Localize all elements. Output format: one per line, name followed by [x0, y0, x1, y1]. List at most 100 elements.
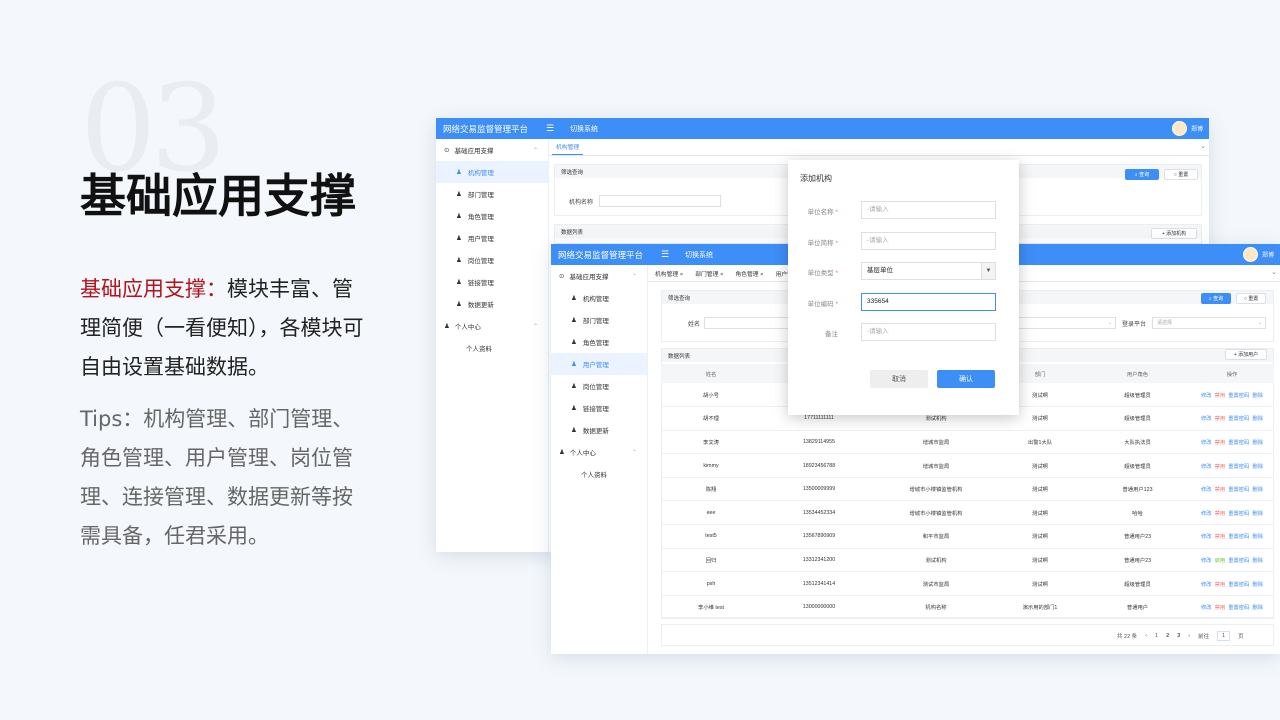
goto-input[interactable]: 1	[1217, 631, 1231, 641]
unit-name-input[interactable]: -请输入	[861, 201, 996, 219]
edit-link[interactable]: 修改	[1201, 511, 1212, 517]
sidebar-group-center[interactable]: ♟ 个人中心 ⌃	[436, 315, 548, 337]
delete-link[interactable]: 删除	[1252, 393, 1263, 399]
sidebar-item-update[interactable]: ♟ 数据更新	[436, 293, 548, 315]
tab-dept[interactable]: 部门管理 ×	[691, 269, 727, 281]
dropdown-arrow-icon[interactable]: ▼	[981, 263, 995, 279]
reset-password-link[interactable]: 重置密码	[1228, 558, 1249, 564]
delete-link[interactable]: 删除	[1252, 534, 1263, 540]
sidebar-item-update[interactable]: ♟ 数据更新	[551, 419, 647, 441]
toggle-link[interactable]: 禁用	[1215, 582, 1226, 588]
delete-link[interactable]: 删除	[1252, 464, 1263, 470]
reset-password-link[interactable]: 重置密码	[1228, 511, 1249, 517]
reset-password-link[interactable]: 重置密码	[1228, 416, 1249, 422]
edit-link[interactable]: 修改	[1201, 558, 1212, 564]
unit-short-input[interactable]: -请输入	[861, 232, 996, 250]
platform-select[interactable]: 请选择 ⌄	[1152, 317, 1266, 329]
reset-password-link[interactable]: 重置密码	[1228, 440, 1249, 446]
chevron-down-icon[interactable]: ⌄	[1200, 142, 1206, 150]
page-1[interactable]: 1	[1155, 633, 1158, 639]
prev-page-icon[interactable]: ‹	[1145, 633, 1147, 639]
cancel-button[interactable]: 取消	[870, 370, 928, 388]
chevron-down-icon[interactable]: ⌄	[1271, 268, 1277, 276]
add-user-button[interactable]: + 添加用户	[1225, 349, 1267, 360]
sidebar-item-role[interactable]: ♟ 角色管理	[436, 205, 548, 227]
sidebar-item-org[interactable]: ♟ 机构管理	[551, 287, 647, 309]
dept-select[interactable]: ⌄	[1010, 317, 1116, 329]
org-name-input[interactable]	[599, 195, 721, 207]
delete-link[interactable]: 删除	[1252, 487, 1263, 493]
sidebar-item-dept[interactable]: ♟ 部门管理	[551, 309, 647, 331]
sidebar-group-center[interactable]: ♟ 个人中心 ⌃	[551, 441, 647, 463]
user-menu[interactable]: 郑博	[1171, 121, 1203, 136]
remark-input[interactable]: -请输入	[861, 323, 996, 341]
menu-icon[interactable]: ☰	[661, 249, 671, 260]
sidebar-item-label: 岗位管理	[467, 258, 494, 265]
field-unit-type: 单位类型 * 基层单位 ▼	[788, 262, 1019, 280]
reset-button[interactable]: ○ 重置	[1236, 293, 1266, 304]
table-row: 李小维 test 13000000000 机构名称 演示用的部门1 普通用户 修改 禁用 重置…	[661, 595, 1274, 620]
toggle-link[interactable]: 禁用	[1215, 605, 1226, 611]
toggle-link[interactable]: 禁用	[1215, 534, 1226, 540]
tab-org[interactable]: 机构管理 ×	[651, 269, 687, 281]
delete-link[interactable]: 删除	[1252, 440, 1263, 446]
table-cell: 回归	[661, 548, 761, 573]
reset-button[interactable]: ○ 重置	[1164, 169, 1198, 180]
edit-link[interactable]: 修改	[1201, 605, 1212, 611]
page-2[interactable]: 2	[1166, 633, 1169, 639]
reset-password-link[interactable]: 重置密码	[1228, 393, 1249, 399]
search-button[interactable]: ⌕ 查询	[1125, 169, 1159, 180]
reset-password-link[interactable]: 重置密码	[1228, 582, 1249, 588]
search-button[interactable]: ⌕ 查询	[1201, 293, 1231, 304]
toggle-link[interactable]: 禁用	[1215, 464, 1226, 470]
delete-link[interactable]: 删除	[1252, 558, 1263, 564]
edit-link[interactable]: 修改	[1201, 416, 1212, 422]
sidebar-item-user[interactable]: ♟ 用户管理	[436, 227, 548, 249]
sidebar-item-role[interactable]: ♟ 角色管理	[551, 331, 647, 353]
sidebar-item-org[interactable]: ♟ 机构管理	[436, 161, 548, 183]
unit-code-input[interactable]: 335654	[861, 293, 996, 311]
reset-password-link[interactable]: 重置密码	[1228, 464, 1249, 470]
edit-link[interactable]: 修改	[1201, 534, 1212, 540]
edit-link[interactable]: 修改	[1201, 393, 1212, 399]
toggle-link[interactable]: 禁用	[1215, 511, 1226, 517]
reset-password-link[interactable]: 重置密码	[1228, 534, 1249, 540]
sidebar-item-user[interactable]: ♟ 用户管理	[551, 353, 647, 375]
page-3[interactable]: 3	[1177, 633, 1180, 639]
tab-role[interactable]: 角色管理 ×	[731, 269, 767, 281]
reset-password-link[interactable]: 重置密码	[1228, 487, 1249, 493]
sidebar-item-profile[interactable]: 个人资料	[551, 463, 647, 485]
toggle-link[interactable]: 禁用	[1215, 440, 1226, 446]
sidebar-item-post[interactable]: ♟ 岗位管理	[436, 249, 548, 271]
confirm-button[interactable]: 确认	[937, 370, 995, 388]
add-org-button[interactable]: + 添加机构	[1151, 228, 1197, 239]
edit-link[interactable]: 修改	[1201, 582, 1212, 588]
sidebar-group[interactable]: ⊙ 基础应用支撑 ⌃	[551, 265, 647, 287]
sidebar-item-link[interactable]: ♟ 链接管理	[436, 271, 548, 293]
edit-link[interactable]: 修改	[1201, 487, 1212, 493]
tab-org[interactable]: 机构管理	[552, 142, 584, 155]
edit-link[interactable]: 修改	[1201, 440, 1212, 446]
sidebar-item-dept[interactable]: ♟ 部门管理	[436, 183, 548, 205]
delete-link[interactable]: 删除	[1252, 416, 1263, 422]
toggle-link[interactable]: 启用	[1215, 558, 1226, 564]
menu-icon[interactable]: ☰	[546, 123, 556, 134]
edit-link[interactable]: 修改	[1201, 464, 1212, 470]
sidebar-item-link[interactable]: ♟ 链接管理	[551, 397, 647, 419]
user-menu[interactable]: 郑博	[1242, 247, 1274, 262]
sidebar-item-post[interactable]: ♟ 岗位管理	[551, 375, 647, 397]
toggle-link[interactable]: 禁用	[1215, 393, 1226, 399]
name-input[interactable]	[704, 317, 794, 329]
toggle-link[interactable]: 禁用	[1215, 416, 1226, 422]
delete-link[interactable]: 删除	[1252, 582, 1263, 588]
reset-password-link[interactable]: 重置密码	[1228, 605, 1249, 611]
unit-type-select[interactable]: 基层单位 ▼	[861, 262, 996, 280]
next-page-icon[interactable]: ›	[1188, 633, 1190, 639]
switch-system-link[interactable]: 切换系统	[685, 250, 713, 260]
switch-system-link[interactable]: 切换系统	[570, 124, 598, 134]
delete-link[interactable]: 删除	[1252, 605, 1263, 611]
sidebar-group[interactable]: ⊙ 基础应用支撑 ⌃	[436, 139, 548, 161]
toggle-link[interactable]: 禁用	[1215, 487, 1226, 493]
delete-link[interactable]: 删除	[1252, 511, 1263, 517]
sidebar-item-profile[interactable]: 个人资料	[436, 337, 548, 359]
